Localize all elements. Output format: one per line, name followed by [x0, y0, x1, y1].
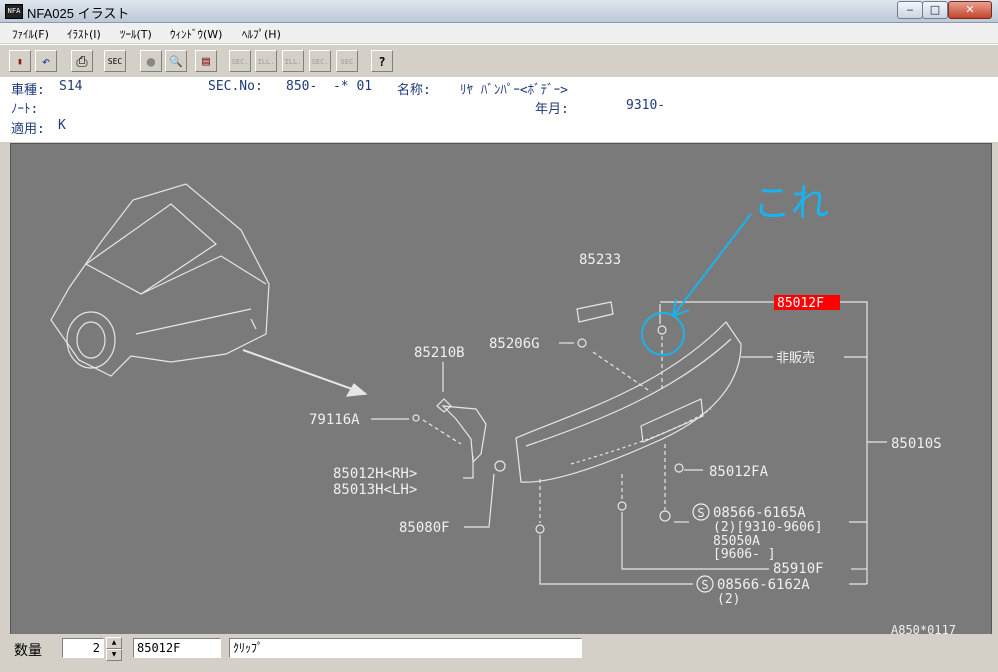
- menu-illust[interactable]: ｲﾗｽﾄ(I): [67, 26, 101, 42]
- clip-85080f: [494, 460, 506, 472]
- date-label: 年月:: [535, 102, 569, 117]
- car-bumper-line: [135, 308, 252, 335]
- prev-ill-button[interactable]: ILL.: [255, 50, 277, 72]
- title-bar[interactable]: NFA NFA025 イラスト ‒ □ ✕: [0, 0, 998, 23]
- date-value: 9310-: [626, 98, 666, 113]
- apply-label: 適用:: [11, 122, 45, 137]
- sec-label: SEC.No:: [208, 79, 263, 94]
- search-sec-button[interactable]: SEC: [336, 50, 358, 72]
- label-85013h: 85013H<LH>: [333, 482, 417, 498]
- label-hihanbai: 非販売: [776, 350, 815, 366]
- close-button[interactable]: ✕: [948, 1, 992, 19]
- part-number-field: 85012F: [133, 638, 221, 658]
- label-85012fa: 85012FA: [709, 464, 769, 480]
- label-79116a: 79116A: [309, 412, 360, 428]
- qty-down-icon[interactable]: ▼: [106, 649, 122, 661]
- leader-85080f: [464, 473, 495, 528]
- label-85010s: 85010S: [891, 436, 942, 452]
- clip-85012f: [657, 325, 667, 335]
- sec-value: 850- -* 01: [286, 79, 373, 94]
- menu-bar: ﾌｧｲﾙ(F) ｲﾗｽﾄ(I) ﾂｰﾙ(T) ｳｨﾝﾄﾞｳ(W) ﾍﾙﾌﾟ(H): [0, 23, 998, 43]
- prev-sec-button[interactable]: SEC.: [229, 50, 251, 72]
- name-label: 名称:: [397, 83, 431, 98]
- part-name-field: ｸﾘｯﾌﾟ: [229, 638, 582, 658]
- s-mark-6165a: S: [697, 506, 704, 520]
- leader-6162a: [539, 535, 693, 585]
- undo-icon[interactable]: ↶: [35, 50, 57, 72]
- qty-label: 数量: [14, 643, 42, 659]
- guide-85206g: [592, 351, 652, 393]
- part-85233-strip: [576, 301, 614, 323]
- label-08566-6165a: 08566-6165A: [713, 505, 806, 521]
- leader-85012h: [463, 456, 474, 479]
- next-sec-button[interactable]: SEC.: [309, 50, 331, 72]
- menu-window[interactable]: ｳｨﾝﾄﾞｳ(W): [170, 26, 222, 42]
- book-icon[interactable]: ▮: [9, 50, 31, 72]
- record-icon[interactable]: ●: [140, 50, 162, 72]
- car-wheel: [66, 311, 116, 369]
- car-detail: [250, 318, 257, 330]
- zoom-icon[interactable]: 🔍: [165, 50, 187, 72]
- label-85910f: 85910F: [773, 561, 824, 577]
- bumper-license-recess: [640, 398, 704, 443]
- bumper-lower-line: [570, 408, 712, 465]
- label-85012f-highlighted[interactable]: 85012F: [777, 296, 824, 311]
- name-value: ﾘﾔ ﾊﾞﾝﾊﾟｰ<ﾎﾞﾃﾞｰ>: [460, 83, 568, 98]
- car-outline: [50, 183, 270, 377]
- clip-79116a: [412, 414, 420, 422]
- minimize-button[interactable]: ‒: [897, 1, 923, 19]
- toolbar: ▮ ↶ ⎙ SEC ● 🔍 ▤ SEC. ILL. ILL. SEC. SEC …: [0, 44, 998, 78]
- clip-85910f: [617, 501, 627, 511]
- annotation-arrow-shaft: [672, 213, 752, 317]
- next-ill-button[interactable]: ILL.: [282, 50, 304, 72]
- qty-field[interactable]: 2: [62, 638, 104, 658]
- label-85210b: 85210B: [414, 345, 465, 361]
- s-mark-6162a: S: [701, 578, 708, 592]
- list-icon[interactable]: ▤: [195, 50, 217, 72]
- note-label: ﾉｰﾄ:: [11, 102, 39, 117]
- screw-08566-6162a: [535, 524, 545, 534]
- print-icon[interactable]: ⎙: [71, 50, 93, 72]
- label-85080f: 85080F: [399, 520, 450, 536]
- bumper-top-line: [525, 338, 732, 447]
- annotation-text: これ: [753, 181, 829, 225]
- illustration-code: A850*0117: [891, 623, 956, 634]
- model-value: S14: [59, 79, 83, 94]
- bracket-85210b: [441, 405, 487, 464]
- label-08566-6162a: 08566-6162A: [717, 577, 810, 593]
- label-85012h: 85012H<RH>: [333, 466, 417, 482]
- label-6162a-note: (2): [717, 592, 740, 607]
- qty-up-icon[interactable]: ▲: [106, 637, 122, 649]
- apply-value: K: [58, 118, 66, 133]
- status-bar: 数量 2 ▲ ▼ 85012F ｸﾘｯﾌﾟ: [0, 634, 998, 672]
- clip-85206g: [577, 338, 587, 348]
- info-panel: 車種: S14 SEC.No: 850- -* 01 名称: ﾘﾔ ﾊﾞﾝﾊﾟｰ…: [0, 77, 998, 142]
- illustration-canvas[interactable]: S S 85233 85206G 85210B 79116A 85012H<RH…: [10, 143, 992, 635]
- menu-help[interactable]: ﾍﾙﾌﾟ(H): [242, 26, 281, 42]
- help-icon[interactable]: ?: [371, 50, 393, 72]
- direction-arrow-shaft: [242, 349, 367, 395]
- menu-tools[interactable]: ﾂｰﾙ(T): [120, 26, 152, 42]
- sec-button[interactable]: SEC: [104, 50, 126, 72]
- clip-85012fa: [674, 463, 684, 473]
- maximize-button[interactable]: □: [922, 1, 948, 19]
- car-trunk-line: [140, 255, 267, 295]
- parts-diagram: S S 85233 85206G 85210B 79116A 85012H<RH…: [50, 181, 956, 634]
- leader-85010s-bracket: [840, 301, 868, 584]
- label-6165a-note: (2)[9310-9606]: [713, 520, 823, 535]
- label-85233: 85233: [579, 252, 621, 268]
- model-label: 車種:: [11, 83, 45, 98]
- label-85206g: 85206G: [489, 336, 540, 352]
- app-icon: NFA: [5, 4, 23, 19]
- qty-stepper[interactable]: ▲ ▼: [106, 637, 122, 661]
- window-title: NFA025 イラスト: [27, 6, 130, 21]
- bumper-outline: [515, 321, 742, 483]
- car-rear-window: [84, 203, 217, 295]
- label-85050a-note: [9606- ]: [713, 547, 776, 562]
- guide-79116a: [422, 419, 462, 445]
- direction-arrow-head: [345, 383, 368, 397]
- menu-file[interactable]: ﾌｧｲﾙ(F): [12, 26, 49, 42]
- car-wheel-inner: [76, 321, 106, 359]
- screw-08566-6165a: [659, 510, 671, 522]
